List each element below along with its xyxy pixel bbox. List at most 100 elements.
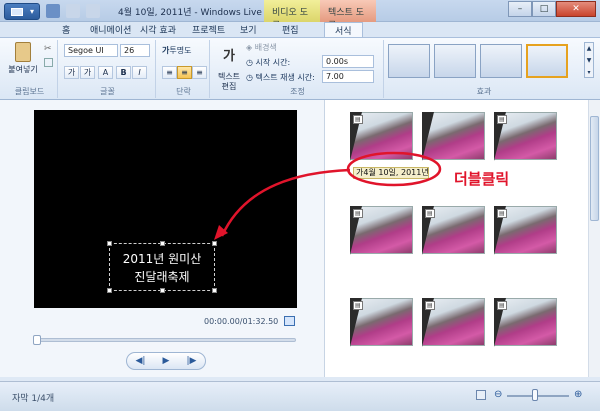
transition-icon: ▤ bbox=[497, 209, 507, 218]
save-icon[interactable] bbox=[46, 4, 60, 18]
edit-text-button[interactable]: 가 텍스트 편집 bbox=[214, 42, 244, 92]
previous-frame-icon[interactable]: ◀| bbox=[136, 356, 146, 366]
transition-icon: ▤ bbox=[353, 115, 363, 124]
transparency-button[interactable]: 가투명도 bbox=[162, 45, 191, 56]
playback-controls: ◀| ▶ |▶ bbox=[126, 352, 206, 370]
app-menu-button[interactable]: ▾ bbox=[4, 3, 40, 20]
italic-button[interactable]: I bbox=[132, 66, 147, 79]
storyboard-thumbnail[interactable]: ▤ bbox=[494, 206, 557, 255]
zoom-slider-thumb[interactable] bbox=[532, 389, 538, 401]
storyboard-thumbnail[interactable]: ▤ bbox=[494, 298, 557, 347]
effect-fly-in[interactable] bbox=[434, 44, 476, 78]
redo-icon[interactable] bbox=[86, 4, 100, 18]
tab-animation[interactable]: 애니메이션 bbox=[90, 23, 131, 36]
paste-button[interactable]: 붙여넣기 bbox=[6, 42, 40, 75]
main-content: 2011년 원미산 진달래축제 00:00.00/01:32.50 ◀| ▶ |… bbox=[0, 100, 600, 377]
resize-handle[interactable] bbox=[107, 241, 112, 246]
adjust-group: 가 텍스트 편집 ◈ 배경색 ◷ 시작 시간: 0.00s ◷ 텍스트 재생 시… bbox=[212, 40, 384, 98]
tab-format[interactable]: 서식 bbox=[324, 22, 363, 38]
start-time-label: ◷ 시작 시간: bbox=[246, 57, 290, 68]
play-icon[interactable]: ▶ bbox=[163, 356, 170, 366]
align-right-button[interactable]: ≡ bbox=[192, 66, 207, 79]
tab-home[interactable]: 홈 bbox=[62, 23, 70, 36]
clock-icon: ◷ bbox=[246, 58, 253, 67]
storyboard-thumbnail[interactable]: ▤ bbox=[422, 298, 485, 347]
font-color-button[interactable]: A bbox=[98, 66, 113, 79]
maximize-button[interactable]: □ bbox=[532, 1, 556, 17]
grow-font-button[interactable]: 가 bbox=[64, 66, 79, 79]
app-menu-icon bbox=[11, 8, 23, 16]
duration-label: ◷ 텍스트 재생 시간: bbox=[246, 72, 315, 83]
next-frame-icon[interactable]: |▶ bbox=[187, 356, 197, 366]
font-group: Segoe UI 26 가 가 A B I 글꼴 bbox=[60, 40, 156, 98]
fullscreen-icon[interactable] bbox=[284, 316, 295, 326]
font-family-select[interactable]: Segoe UI bbox=[64, 44, 118, 57]
status-text: 자막 1/4개 bbox=[12, 394, 55, 404]
seek-thumb[interactable] bbox=[33, 335, 41, 345]
resize-handle[interactable] bbox=[160, 241, 165, 246]
font-size-select[interactable]: 26 bbox=[120, 44, 150, 57]
tab-project[interactable]: 프로젝트 bbox=[192, 23, 225, 36]
transition-icon: ▤ bbox=[353, 301, 363, 310]
storyboard-thumbnail[interactable]: ▤ bbox=[422, 206, 485, 255]
background-color-button[interactable]: ◈ 배경색 bbox=[246, 42, 277, 53]
tab-view[interactable]: 보기 bbox=[240, 23, 257, 36]
clipboard-group-label: 클립보드 bbox=[14, 87, 45, 96]
title-bar: ▾ 4월 10일, 2011년 - Windows Live 무비 메이커 비디… bbox=[0, 0, 600, 31]
paragraph-group: 가투명도 ≡ ≡ ≡ 단락 bbox=[158, 40, 210, 98]
align-left-button[interactable]: ≡ bbox=[162, 66, 177, 79]
shrink-font-button[interactable]: 가 bbox=[80, 66, 95, 79]
annotation-text: 더블클릭 bbox=[454, 170, 510, 188]
transparency-label: 투명도 bbox=[169, 46, 192, 55]
caption-text: 2011년 원미산 진달래축제 bbox=[122, 252, 202, 284]
video-preview[interactable]: 2011년 원미산 진달래축제 bbox=[34, 110, 297, 308]
align-center-button[interactable]: ≡ bbox=[177, 66, 192, 79]
context-tab-video-tools: 비디오 도구 bbox=[264, 0, 320, 31]
transition-icon: ▤ bbox=[425, 209, 435, 218]
effect-fly-out[interactable] bbox=[480, 44, 522, 78]
minimize-button[interactable]: – bbox=[508, 1, 532, 17]
thumbnail-size-icon[interactable] bbox=[476, 390, 486, 400]
tab-visual-effects[interactable]: 시각 효과 bbox=[140, 23, 176, 36]
window-controls: – □ ✕ bbox=[508, 1, 596, 17]
tab-edit[interactable]: 편집 bbox=[282, 23, 299, 36]
storyboard-thumbnail[interactable] bbox=[422, 112, 485, 161]
transition-icon: ▤ bbox=[497, 301, 507, 310]
caption-box[interactable]: 2011년 원미산 진달래축제 bbox=[107, 241, 217, 293]
resize-handle[interactable] bbox=[107, 288, 112, 293]
storyboard-thumbnail[interactable]: ▤ bbox=[494, 112, 557, 161]
effect-none[interactable] bbox=[388, 44, 430, 78]
start-time-input[interactable]: 0.00s bbox=[322, 55, 374, 68]
clipboard-icon bbox=[15, 42, 31, 62]
paragraph-group-label: 단락 bbox=[176, 87, 191, 96]
zoom-in-icon[interactable]: ⊕ bbox=[574, 389, 582, 400]
caption-clip-label[interactable]: 가4월 10일, 2011년 bbox=[353, 167, 429, 179]
undo-icon[interactable] bbox=[66, 4, 80, 18]
bold-button[interactable]: B bbox=[116, 66, 131, 79]
effect-selected[interactable] bbox=[526, 44, 568, 78]
resize-handle[interactable] bbox=[160, 288, 165, 293]
storyboard-thumbnail[interactable]: ▤ bbox=[350, 206, 413, 255]
start-time-text: 시작 시간: bbox=[255, 58, 291, 67]
effects-group-label: 효과 bbox=[476, 87, 492, 96]
quick-access-toolbar bbox=[46, 4, 100, 18]
resize-handle[interactable] bbox=[212, 241, 217, 246]
copy-icon[interactable] bbox=[44, 58, 53, 67]
duration-input[interactable]: 7.00 bbox=[322, 70, 374, 83]
scroll-thumb[interactable] bbox=[590, 116, 599, 221]
storyboard: ▤ ▤ ▤ ▤ ▤ ▤ ▤ ▤ bbox=[326, 100, 588, 377]
ribbon-tab-row: 홈 애니메이션 시각 효과 프로젝트 보기 편집 서식 bbox=[0, 22, 600, 38]
zoom-slider[interactable] bbox=[507, 395, 569, 397]
zoom-out-icon[interactable]: ⊖ bbox=[494, 389, 502, 400]
edit-text-icon: 가 bbox=[223, 49, 235, 64]
seek-bar[interactable] bbox=[33, 335, 296, 345]
transition-icon: ▤ bbox=[425, 301, 435, 310]
storyboard-thumbnail[interactable]: ▤ bbox=[350, 298, 413, 347]
close-button[interactable]: ✕ bbox=[556, 1, 596, 17]
storyboard-thumbnail[interactable]: ▤ bbox=[350, 112, 413, 161]
effects-scroll[interactable]: ▲ ▼ ▾ bbox=[584, 42, 594, 78]
storyboard-scrollbar[interactable] bbox=[588, 100, 600, 377]
resize-handle[interactable] bbox=[212, 288, 217, 293]
cut-icon[interactable]: ✂ bbox=[44, 44, 52, 54]
background-color-label: 배경색 bbox=[254, 43, 277, 52]
